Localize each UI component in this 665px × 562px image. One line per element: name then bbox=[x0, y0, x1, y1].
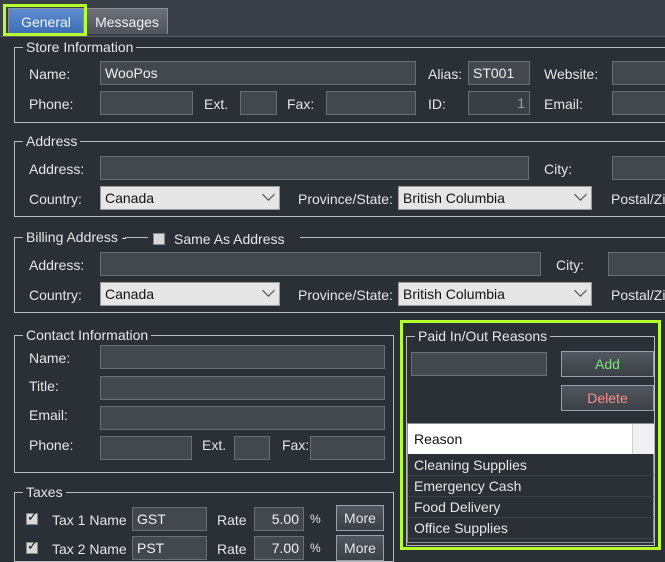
city-input[interactable] bbox=[612, 156, 665, 180]
address-legend: Address bbox=[23, 133, 81, 149]
country-select[interactable]: Canada bbox=[100, 186, 280, 210]
store-fax-input[interactable] bbox=[326, 91, 416, 115]
billing-address-input[interactable] bbox=[100, 252, 541, 276]
tax1-name-label: Tax 1 Name bbox=[52, 512, 127, 528]
contact-title-label: Title: bbox=[29, 378, 59, 394]
contact-ext-label: Ext. bbox=[202, 437, 227, 453]
billing-province-select[interactable]: British Columbia bbox=[398, 282, 592, 306]
store-email-input[interactable] bbox=[612, 91, 665, 115]
address-label: Address: bbox=[29, 161, 85, 177]
reason-list[interactable]: Reason Cleaning Supplies Emergency Cash … bbox=[407, 423, 654, 543]
tax1-enabled-checkbox[interactable] bbox=[26, 510, 38, 525]
alias-label: Alias: bbox=[428, 66, 463, 82]
chevron-down-icon bbox=[574, 188, 587, 201]
contact-fax-label: Fax: bbox=[282, 437, 310, 453]
chevron-down-icon bbox=[262, 284, 275, 297]
contact-email-input[interactable] bbox=[100, 406, 385, 430]
store-name-label: Name: bbox=[29, 66, 71, 82]
store-phone-input[interactable] bbox=[100, 91, 193, 115]
website-label: Website: bbox=[544, 66, 599, 82]
tab-bar: General Messages bbox=[0, 0, 665, 37]
tab-messages[interactable]: Messages bbox=[86, 8, 168, 34]
store-phone-label: Phone: bbox=[29, 96, 74, 112]
country-label: Country: bbox=[29, 191, 82, 207]
contact-phone-label: Phone: bbox=[29, 437, 74, 453]
billing-province-value: British Columbia bbox=[403, 286, 505, 302]
tax1-rate-label: Rate bbox=[217, 512, 247, 528]
tax1-percent-label: % bbox=[310, 512, 321, 526]
contact-phone-input[interactable] bbox=[100, 436, 192, 460]
list-item[interactable]: Emergency Cash bbox=[408, 476, 654, 497]
billing-province-label: Province/State: bbox=[298, 287, 393, 303]
same-as-address-checkbox[interactable] bbox=[153, 233, 165, 245]
contact-legend: Contact Information bbox=[23, 327, 152, 343]
province-select[interactable]: British Columbia bbox=[398, 186, 592, 210]
province-value: British Columbia bbox=[403, 190, 505, 206]
tax2-name-input[interactable]: PST bbox=[132, 536, 207, 560]
store-information-legend: Store Information bbox=[23, 39, 137, 55]
alias-input[interactable]: ST001 bbox=[468, 61, 530, 85]
province-label: Province/State: bbox=[298, 191, 393, 207]
list-item[interactable]: Office Supplies bbox=[408, 518, 654, 539]
legend-dash bbox=[125, 237, 149, 238]
store-fax-label: Fax: bbox=[287, 96, 315, 112]
postal-label: Postal/Zi bbox=[611, 191, 665, 207]
city-label: City: bbox=[544, 161, 572, 177]
same-as-address-label: Same As Address bbox=[174, 231, 285, 247]
contact-fax-input[interactable] bbox=[310, 436, 385, 460]
store-email-label: Email: bbox=[544, 96, 583, 112]
paid-legend: Paid In/Out Reasons bbox=[415, 328, 551, 344]
billing-city-label: City: bbox=[556, 257, 584, 273]
contact-title-input[interactable] bbox=[100, 376, 385, 400]
billing-postal-label: Postal/Zi bbox=[611, 287, 665, 303]
billing-address-label: Address: bbox=[29, 257, 85, 273]
chevron-down-icon bbox=[262, 188, 275, 201]
tax2-percent-label: % bbox=[310, 541, 321, 555]
store-ext-input[interactable] bbox=[240, 91, 277, 115]
add-reason-button[interactable]: Add bbox=[561, 351, 654, 377]
billing-country-select[interactable]: Canada bbox=[100, 282, 280, 306]
store-ext-label: Ext. bbox=[204, 96, 229, 112]
contact-ext-input[interactable] bbox=[234, 436, 270, 460]
tax1-rate-input[interactable]: 5.00 bbox=[254, 507, 304, 531]
list-item[interactable]: Cleaning Supplies bbox=[408, 455, 654, 476]
billing-country-value: Canada bbox=[105, 286, 155, 302]
website-input[interactable] bbox=[612, 61, 665, 85]
store-name-input[interactable]: WooPos bbox=[100, 61, 416, 85]
contact-name-input[interactable] bbox=[100, 345, 385, 369]
tax1-name-input[interactable]: GST bbox=[132, 507, 207, 531]
tax2-enabled-checkbox[interactable] bbox=[26, 539, 38, 554]
delete-reason-button[interactable]: Delete bbox=[561, 385, 654, 411]
billing-legend: Billing Address - bbox=[23, 229, 132, 245]
tax2-more-button[interactable]: More bbox=[336, 535, 384, 561]
column-header-filler bbox=[632, 424, 654, 454]
store-id-input: 1 bbox=[468, 91, 530, 115]
billing-country-label: Country: bbox=[29, 287, 82, 303]
tax2-rate-input[interactable]: 7.00 bbox=[254, 536, 304, 560]
tax2-rate-label: Rate bbox=[217, 541, 247, 557]
tax2-name-label: Tax 2 Name bbox=[52, 541, 127, 557]
taxes-legend: Taxes bbox=[23, 484, 66, 500]
contact-name-label: Name: bbox=[29, 350, 71, 366]
tax1-more-button[interactable]: More bbox=[336, 505, 384, 531]
chevron-down-icon bbox=[574, 284, 587, 297]
store-id-label: ID: bbox=[428, 96, 446, 112]
contact-email-label: Email: bbox=[29, 407, 68, 423]
list-item[interactable]: Food Delivery bbox=[408, 497, 654, 518]
tab-general[interactable]: General bbox=[8, 8, 84, 34]
reason-column-header[interactable]: Reason bbox=[408, 424, 632, 454]
reason-input[interactable] bbox=[411, 352, 547, 376]
country-value: Canada bbox=[105, 190, 155, 206]
billing-city-input[interactable] bbox=[608, 252, 665, 276]
address-input[interactable] bbox=[100, 156, 529, 180]
billing-legend-text: Billing Address - bbox=[23, 229, 130, 245]
